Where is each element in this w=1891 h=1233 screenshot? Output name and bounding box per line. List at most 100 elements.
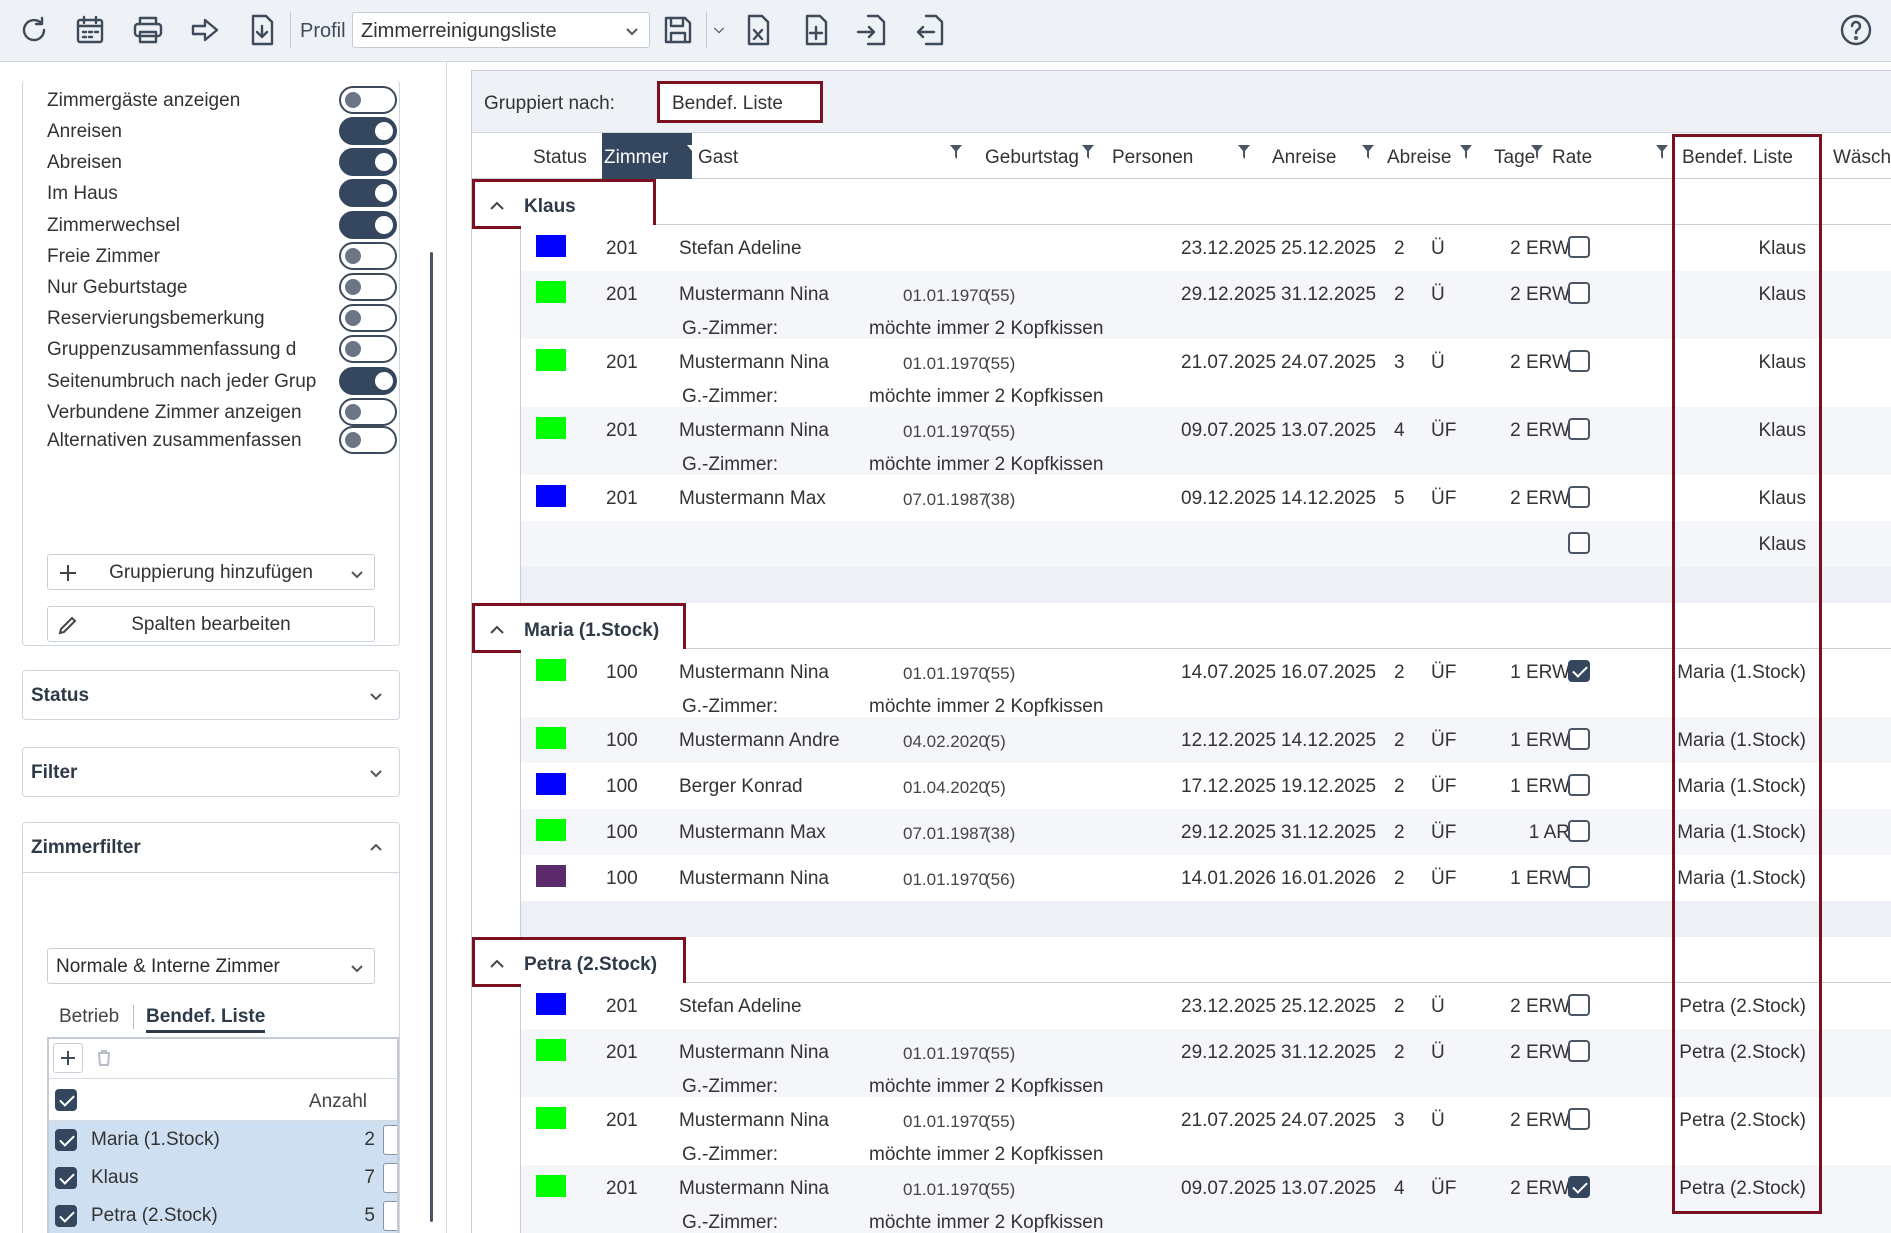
left-panel-scrollbar[interactable] [430, 252, 433, 1222]
chevron-up-icon[interactable] [489, 198, 505, 214]
table-row[interactable]: 100 Mustermann Andre 04.02.2020 (5) 1 ERW 12.… [521, 717, 1891, 763]
laundry-checkbox[interactable] [1568, 820, 1590, 842]
profile-select[interactable]: Zimmerreinigungsliste [352, 12, 650, 48]
export-excel-icon[interactable] [736, 8, 780, 52]
export-icon[interactable] [908, 8, 952, 52]
room-list-edit-handle[interactable] [383, 1125, 397, 1155]
laundry-checkbox[interactable] [1568, 1176, 1590, 1198]
forward-icon[interactable] [183, 8, 227, 52]
tab-betrieb[interactable]: Betrieb [59, 1006, 119, 1028]
laundry-checkbox[interactable] [1568, 994, 1590, 1016]
calendar-icon[interactable] [68, 8, 112, 52]
table-row[interactable]: 201 Stefan Adeline 2 ERW 23.12.2025 25.12.20… [521, 225, 1891, 271]
laundry-checkbox[interactable] [1568, 866, 1590, 888]
group-row[interactable]: Petra (2.Stock) [472, 937, 1891, 987]
room-list-checkbox[interactable] [55, 1205, 77, 1227]
download-icon[interactable] [240, 8, 284, 52]
table-row[interactable]: 100 Mustermann Nina 01.01.1970 (55) 1 ERW 14.… [521, 649, 1891, 717]
option-toggle[interactable] [339, 86, 397, 114]
column-header[interactable]: Gast [694, 133, 962, 179]
edit-columns-button[interactable]: Spalten bearbeiten [47, 606, 375, 642]
room-list-row[interactable]: Klaus 7 [49, 1159, 397, 1197]
add-grouping-button[interactable]: Gruppierung hinzufügen [47, 554, 375, 590]
help-icon[interactable] [1834, 8, 1878, 52]
laundry-checkbox[interactable] [1568, 1108, 1590, 1130]
table-row[interactable]: 201 Mustermann Nina 01.01.1970 (55) 2 ERW 29.… [521, 1029, 1891, 1097]
column-header[interactable]: Tage [1484, 133, 1548, 179]
room-list-edit-handle[interactable] [383, 1201, 397, 1231]
table-row[interactable]: 100 Mustermann Nina 01.01.1970 (56) 1 ERW 14.… [521, 855, 1891, 901]
column-header[interactable]: Bendef. Liste [1656, 133, 1816, 179]
print-icon[interactable] [126, 8, 170, 52]
table-row[interactable]: 100 Mustermann Max 07.01.1987 (38) 1 AR 29.12… [521, 809, 1891, 855]
filter-icon[interactable] [1656, 143, 1668, 159]
laundry-checkbox[interactable] [1568, 728, 1590, 750]
group-row[interactable]: Klaus [472, 179, 1891, 229]
table-row[interactable]: 201 Mustermann Nina 01.01.1970 (55) 2 ERW 09.… [521, 1165, 1891, 1233]
refresh-icon[interactable] [12, 8, 56, 52]
filter-icon[interactable] [950, 143, 962, 159]
column-header[interactable]: Rate [1552, 133, 1632, 179]
tab-bendef-liste[interactable]: Bendef. Liste [146, 1006, 266, 1033]
zimmerfilter-accordion[interactable]: Zimmerfilter [23, 823, 399, 873]
column-header[interactable]: Wäsch [1833, 133, 1891, 179]
option-toggle[interactable] [339, 179, 397, 207]
filter-icon[interactable] [1460, 143, 1472, 159]
laundry-checkbox[interactable] [1568, 236, 1590, 258]
laundry-checkbox[interactable] [1568, 282, 1590, 304]
option-toggle[interactable] [339, 117, 397, 145]
table-row[interactable]: 201 Mustermann Nina 01.01.1970 (55) 2 ERW 21.… [521, 339, 1891, 407]
option-toggle[interactable] [339, 148, 397, 176]
save-icon[interactable] [656, 8, 700, 52]
chevron-up-icon[interactable] [489, 622, 505, 638]
import-icon[interactable] [850, 8, 894, 52]
table-row[interactable]: 100 Berger Konrad 01.04.2020 (5) 1 ERW 17.12.… [521, 763, 1891, 809]
room-list-edit-handle[interactable] [383, 1163, 397, 1193]
select-all-checkbox[interactable] [55, 1089, 77, 1111]
option-toggle[interactable] [339, 335, 397, 363]
laundry-checkbox[interactable] [1568, 1040, 1590, 1062]
option-toggle[interactable] [339, 426, 397, 454]
table-row[interactable]: 201 Mustermann Max 07.01.1987 (38) 2 ERW 09.1… [521, 475, 1891, 521]
option-toggle[interactable] [339, 273, 397, 301]
table-row[interactable]: 201 Mustermann Nina 01.01.1970 (55) 2 ERW 09.… [521, 407, 1891, 475]
group-row[interactable]: Maria (1.Stock) [472, 603, 1891, 653]
table-row[interactable]: 201 Mustermann Nina 01.01.1970 (55) 2 ERW 21.… [521, 1097, 1891, 1165]
laundry-checkbox[interactable] [1568, 350, 1590, 372]
room-list-checkbox[interactable] [55, 1167, 77, 1189]
table-row[interactable]: Klaus [521, 521, 1891, 567]
add-list-button[interactable] [53, 1043, 83, 1073]
filter-icon[interactable] [1531, 143, 1543, 159]
laundry-checkbox[interactable] [1568, 486, 1590, 508]
option-toggle[interactable] [339, 304, 397, 332]
option-toggle[interactable] [339, 211, 397, 239]
option-toggle[interactable] [339, 242, 397, 270]
save-options-chevron-icon[interactable] [706, 8, 732, 52]
room-list-row[interactable]: Maria (1.Stock) 2 [49, 1121, 397, 1159]
chevron-up-icon[interactable] [489, 956, 505, 972]
laundry-checkbox[interactable] [1568, 774, 1590, 796]
option-toggle[interactable] [339, 367, 397, 395]
room-type-select[interactable]: Normale & Interne Zimmer [47, 948, 375, 984]
room-list-row[interactable]: Petra (2.Stock) 5 [49, 1197, 397, 1233]
filter-icon[interactable] [1082, 143, 1094, 159]
column-header[interactable]: Personen [1112, 133, 1250, 179]
table-row[interactable]: 201 Stefan Adeline 2 ERW 23.12.2025 25.12.20… [521, 983, 1891, 1029]
room-list-checkbox[interactable] [55, 1129, 77, 1151]
filter-icon[interactable] [1238, 143, 1250, 159]
add-page-icon[interactable] [794, 8, 838, 52]
column-header[interactable]: Anreise [1252, 133, 1374, 179]
laundry-checkbox[interactable] [1568, 418, 1590, 440]
delete-list-button[interactable] [89, 1043, 119, 1073]
column-header[interactable]: Zimmer [602, 133, 699, 179]
group-by-chip[interactable]: Bendef. Liste [657, 81, 823, 123]
laundry-checkbox[interactable] [1568, 532, 1590, 554]
column-header[interactable]: Abreise [1369, 133, 1472, 179]
filter-accordion[interactable]: Filter [22, 747, 400, 797]
column-header[interactable]: Geburtstag [967, 133, 1107, 179]
status-accordion[interactable]: Status [22, 670, 400, 720]
table-row[interactable]: 201 Mustermann Nina 01.01.1970 (55) 2 ERW 29.… [521, 271, 1891, 339]
option-toggle[interactable] [339, 398, 397, 426]
column-header[interactable]: Status [521, 133, 629, 179]
laundry-checkbox[interactable] [1568, 660, 1590, 682]
